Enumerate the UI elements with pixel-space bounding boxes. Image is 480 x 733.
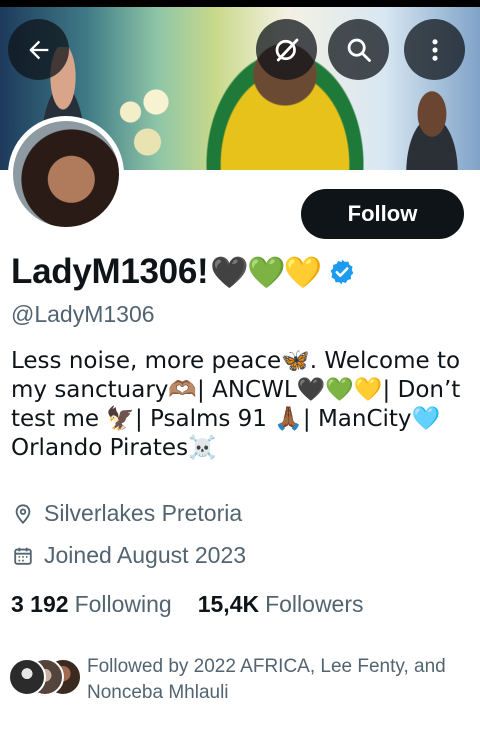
back-arrow-icon (29, 40, 48, 59)
followed-by-row[interactable]: Followed by 2022 AFRICA, Lee Fenty, and … (8, 654, 457, 706)
banner-person-right (392, 87, 472, 170)
grok-icon (275, 38, 298, 61)
more-options-button[interactable] (404, 19, 465, 80)
display-name: LadyM1306! (11, 252, 209, 291)
location-row: Silverlakes Pretoria (12, 500, 242, 527)
profile-bio: Less noise, more peace🦋. Welcome to my s… (11, 347, 473, 463)
display-name-row: LadyM1306! 🖤💚💛 (11, 252, 356, 292)
verified-badge-icon[interactable] (328, 258, 356, 286)
followers-link[interactable]: 15,4K Followers (198, 591, 364, 618)
more-vertical-icon (431, 38, 438, 61)
location-pin-icon (15, 503, 31, 524)
avatar-image (13, 121, 119, 227)
display-name-emojis: 🖤💚💛 (210, 254, 322, 291)
bio-line: test me 🦅| Psalms 91 🙏🏾| ManCity🩵 (11, 406, 441, 432)
profile-location: Silverlakes Pretoria (44, 500, 243, 526)
grok-button[interactable] (256, 19, 317, 80)
search-button[interactable] (328, 19, 389, 80)
profile-joined-date: Joined August 2023 (44, 542, 247, 568)
followers-count: 15,4K (197, 591, 260, 617)
joined-row: Joined August 2023 (12, 542, 246, 569)
profile-avatar[interactable] (8, 116, 124, 232)
following-count: 3 192 (11, 591, 69, 617)
calendar-icon (14, 547, 32, 565)
followed-by-text: Followed by 2022 AFRICA, Lee Fenty, and … (87, 656, 446, 703)
follower-avatar (8, 658, 46, 696)
follow-button[interactable]: Follow (301, 189, 464, 239)
bio-line: Orlando Pirates☠️ (11, 435, 217, 461)
search-icon (347, 38, 371, 62)
following-label: Following (74, 591, 172, 617)
status-bar (0, 0, 480, 7)
bio-line: Less noise, more peace🦋. Welcome to (11, 348, 461, 374)
profile-handle: @LadyM1306 (11, 301, 155, 327)
back-button[interactable] (8, 19, 69, 80)
following-link[interactable]: 3 192 Following (11, 591, 172, 618)
follow-counts: 3 192 Following 15,4K Followers (11, 591, 364, 618)
bio-line: my sanctuary🫶🏽| ANCWL🖤💚💛| Don’t (11, 377, 461, 403)
followers-facepile (8, 658, 82, 698)
followers-label: Followers (265, 591, 364, 617)
